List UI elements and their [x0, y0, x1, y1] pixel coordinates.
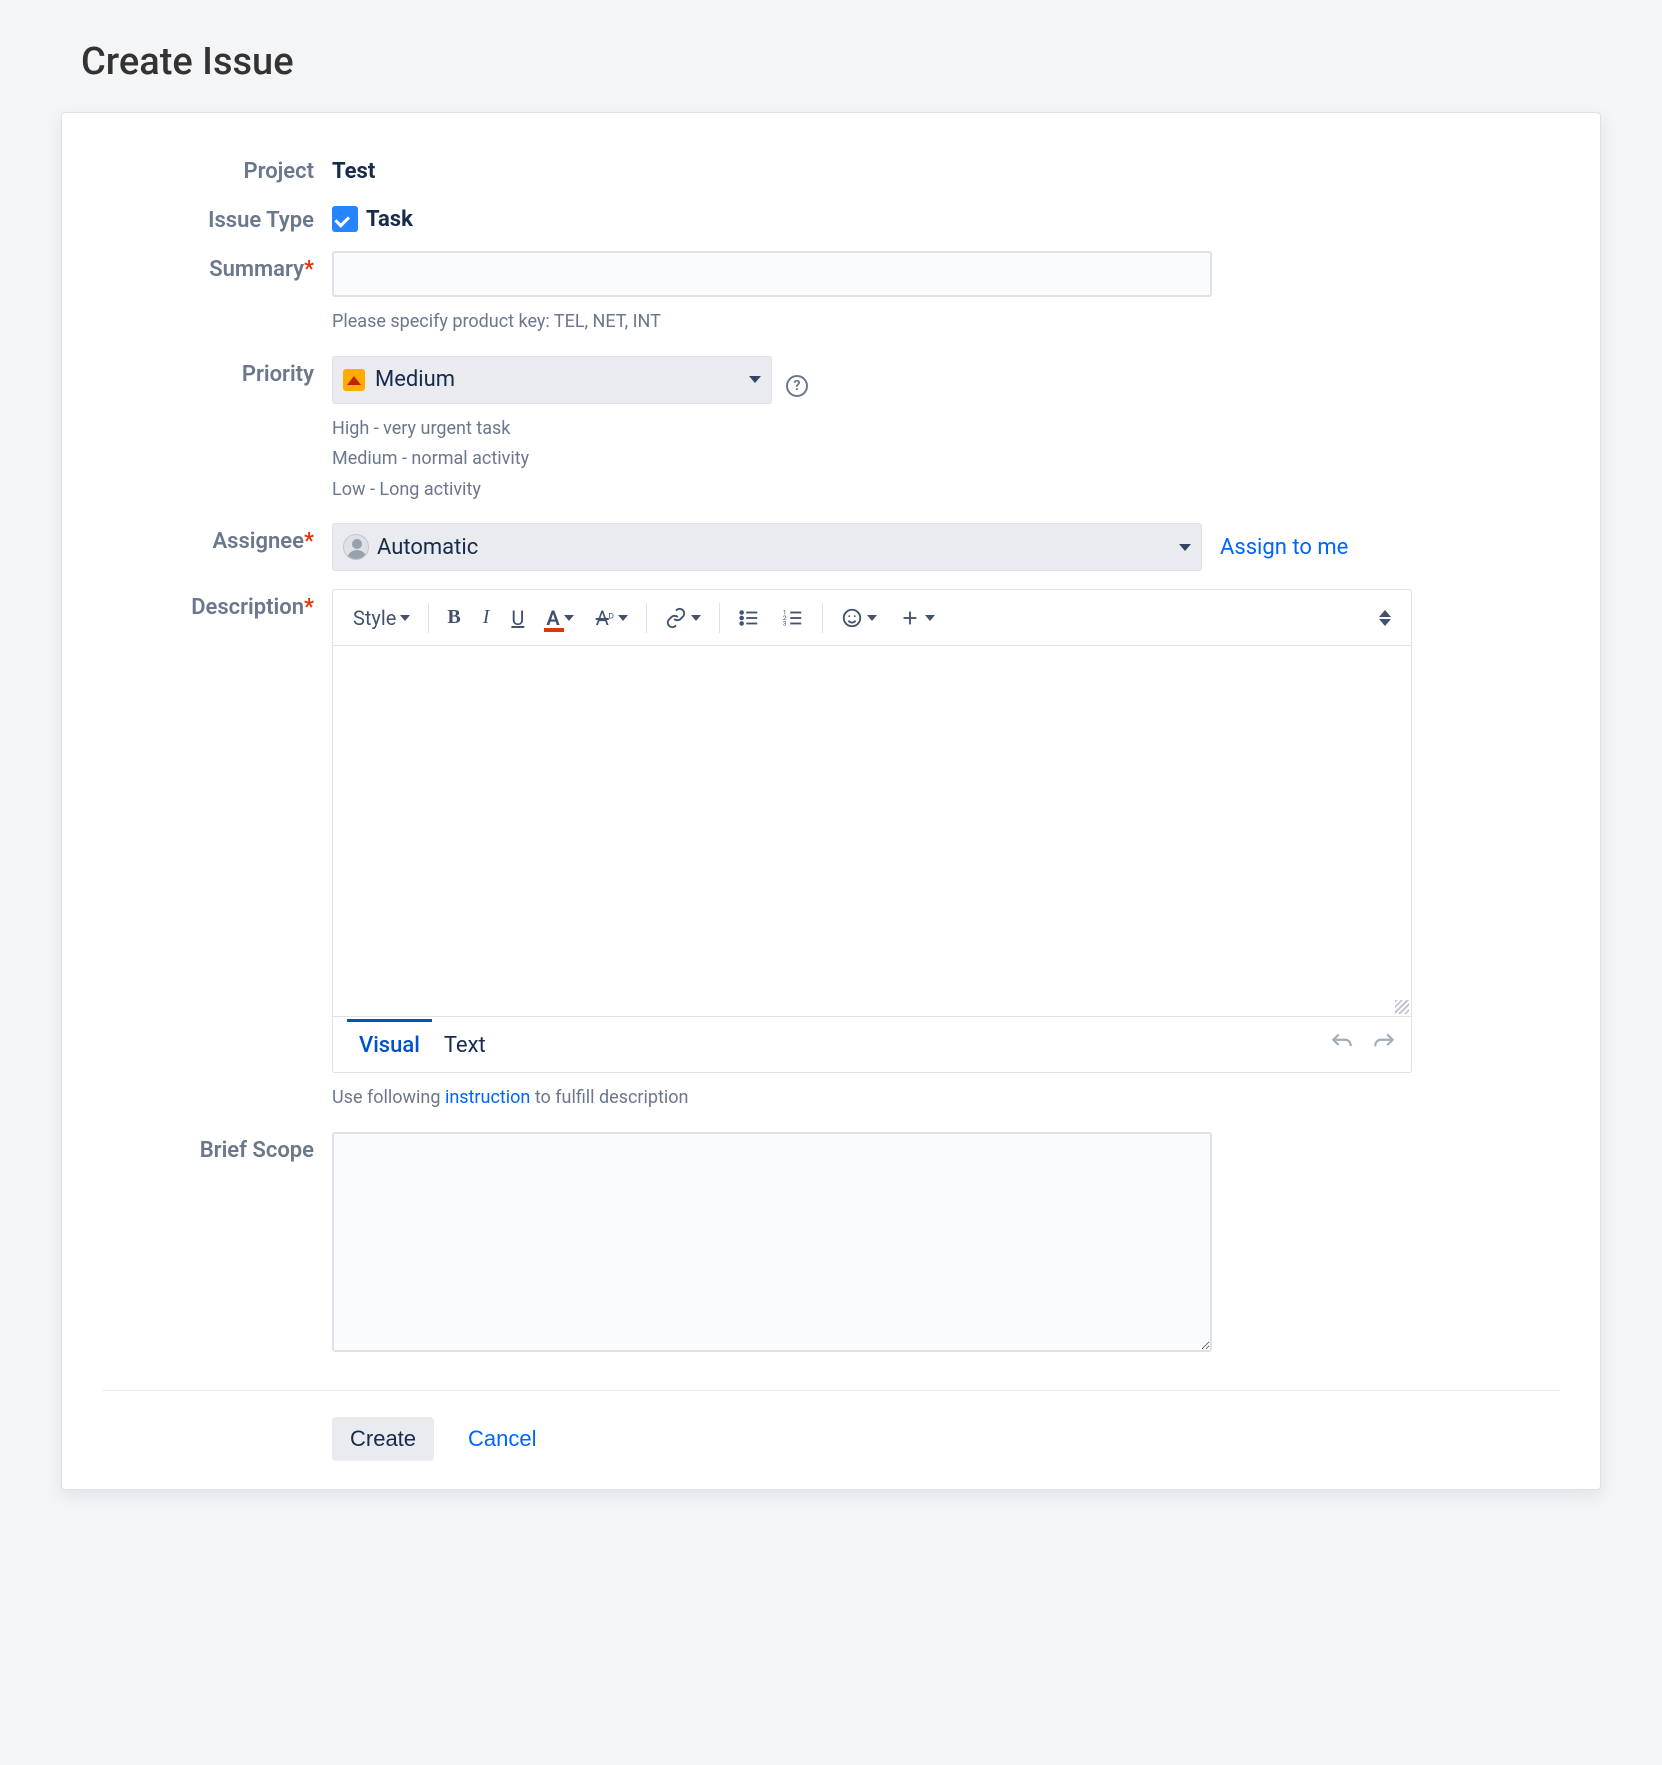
link-button[interactable] — [655, 598, 711, 638]
user-avatar-icon — [343, 534, 369, 560]
create-button[interactable]: Create — [332, 1417, 434, 1461]
issue-type-value: Task — [366, 207, 413, 232]
bold-button[interactable]: B — [437, 598, 470, 638]
summary-input[interactable] — [332, 251, 1212, 297]
assign-to-me-link[interactable]: Assign to me — [1220, 535, 1348, 560]
bullet-list-button[interactable] — [728, 598, 770, 638]
toolbar-separator — [428, 603, 429, 633]
project-value: Test — [332, 153, 1560, 184]
instruction-link[interactable]: instruction — [445, 1087, 530, 1108]
priority-help-line: High - very urgent task — [332, 414, 1560, 445]
label-issue-type: Issue Type — [102, 202, 332, 233]
emoji-button[interactable] — [831, 598, 887, 638]
description-hint-prefix: Use following — [332, 1087, 445, 1108]
label-priority: Priority — [102, 356, 332, 387]
toolbar-separator — [822, 603, 823, 633]
insert-more-button[interactable] — [889, 598, 945, 638]
chevron-down-icon — [691, 615, 701, 621]
undo-button[interactable] — [1329, 1030, 1355, 1060]
redo-button[interactable] — [1371, 1030, 1397, 1060]
numbered-list-button[interactable]: 123 — [772, 598, 814, 638]
summary-help: Please specify product key: TEL, NET, IN… — [332, 307, 1560, 338]
chevron-down-icon — [925, 615, 935, 621]
priority-help-line: Medium - normal activity — [332, 444, 1560, 475]
label-brief-scope: Brief Scope — [102, 1132, 332, 1163]
priority-help-line: Low - Long activity — [332, 475, 1560, 506]
editor-tab-visual[interactable]: Visual — [347, 1019, 432, 1070]
description-textarea[interactable] — [333, 646, 1411, 1016]
editor-tab-text[interactable]: Text — [432, 1019, 498, 1070]
divider — [102, 1390, 1560, 1391]
description-hint-suffix: to fulfill description — [530, 1087, 688, 1108]
label-summary: Summary — [209, 257, 304, 282]
label-project: Project — [102, 153, 332, 184]
task-icon — [332, 206, 358, 232]
toolbar-style-dropdown[interactable]: Style — [343, 598, 420, 638]
description-editor: Style B I U A Aᴰ — [332, 589, 1412, 1073]
chevron-down-icon — [749, 376, 761, 383]
text-color-button[interactable]: A — [536, 598, 583, 638]
chevron-down-icon — [400, 615, 410, 621]
toolbar-style-label: Style — [353, 606, 396, 630]
help-icon[interactable]: ? — [786, 375, 808, 397]
italic-button[interactable]: I — [473, 598, 500, 638]
priority-medium-icon — [343, 369, 365, 391]
page-title: Create Issue — [61, 40, 1601, 84]
required-marker: * — [304, 257, 314, 282]
priority-select[interactable]: Medium — [332, 356, 772, 404]
cancel-button[interactable]: Cancel — [450, 1417, 554, 1461]
label-description: Description — [191, 595, 304, 620]
underline-button[interactable]: U — [501, 598, 534, 638]
assignee-selected: Automatic — [377, 535, 478, 560]
required-marker: * — [304, 595, 314, 620]
form-panel: Project Test Issue Type Task Summary — [61, 112, 1601, 1490]
priority-selected: Medium — [375, 367, 455, 392]
chevron-down-icon — [1179, 544, 1191, 551]
assignee-select[interactable]: Automatic — [332, 523, 1202, 571]
collapse-toolbar-button[interactable] — [1369, 598, 1401, 638]
resize-handle-icon[interactable] — [1395, 1000, 1409, 1014]
svg-text:3: 3 — [783, 619, 787, 627]
chevron-down-icon — [618, 615, 628, 621]
editor-toolbar: Style B I U A Aᴰ — [333, 590, 1411, 646]
label-assignee: Assignee — [212, 529, 304, 554]
toolbar-separator — [719, 603, 720, 633]
more-formatting-button[interactable]: Aᴰ — [586, 598, 638, 638]
toolbar-separator — [646, 603, 647, 633]
chevron-down-icon — [564, 615, 574, 621]
chevron-down-icon — [867, 615, 877, 621]
required-marker: * — [304, 529, 314, 554]
brief-scope-textarea[interactable] — [332, 1132, 1212, 1352]
